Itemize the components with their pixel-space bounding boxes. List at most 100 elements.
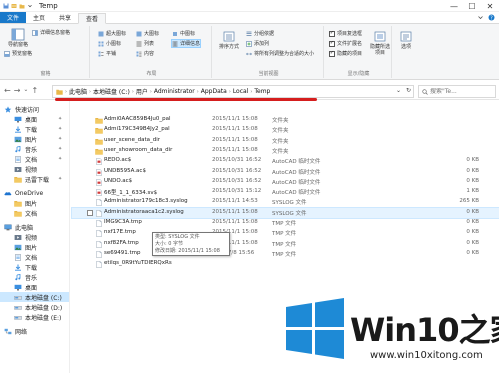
file-row[interactable]: Administrator179c18c3.syslog 2015/11/1 14… — [72, 197, 499, 207]
file-row[interactable]: 66型_1_1_6334.sv$ 2015/10/31 15:12 AutoCAD … — [72, 187, 499, 197]
new-folder-icon[interactable] — [19, 3, 25, 9]
file-icon-wrap — [95, 178, 102, 186]
file-row[interactable]: IMG9C3A.tmp 2015/11/1 15:08 TMP 文件 0 KB — [72, 218, 499, 228]
tab-home[interactable]: 主页 — [26, 12, 52, 23]
hidden-items-checkbox[interactable]: ✓ — [329, 50, 335, 57]
tab-share[interactable]: 共享 — [52, 12, 78, 23]
pin-icon[interactable]: ✦ — [58, 146, 62, 152]
sidebar-item[interactable]: 图片 — [0, 198, 69, 208]
search-input[interactable] — [430, 88, 490, 95]
layout-tiles[interactable]: 平铺 — [98, 50, 116, 57]
sidebar-item[interactable]: 迅雷下载 ✦ — [0, 174, 69, 184]
file-row[interactable]: user_showroom_data_dir 2015/11/1 15:08 文件夹 — [72, 146, 499, 156]
file-row[interactable]: user_scene_data_dir 2015/11/1 15:08 文件夹 — [72, 136, 499, 146]
sidebar-item[interactable]: 图片 ✦ — [0, 134, 69, 144]
sort-by-button[interactable]: 排序方式 — [216, 30, 242, 50]
item-checkboxes-toggle[interactable]: ✓ 项目复选框 — [329, 30, 362, 37]
size-all-columns-button[interactable]: 将所有列调整为合适的大小 — [246, 50, 314, 57]
sidebar-item[interactable]: 音乐 ✦ — [0, 144, 69, 154]
save-icon[interactable] — [3, 3, 9, 9]
group-by-button[interactable]: 分组依据 — [246, 30, 274, 37]
file-row[interactable]: REDO.ac$ 2015/10/31 16:52 AutoCAD 临时文件 0 KB — [72, 156, 499, 166]
layout-large-icons[interactable]: 大图标 — [136, 30, 159, 37]
chevron-down-icon[interactable] — [477, 14, 484, 21]
details-pane-button[interactable]: 预览窗格 — [4, 50, 32, 57]
sidebar-item[interactable]: 本地磁盘 (C:) — [0, 292, 69, 302]
sidebar-item[interactable]: 此电脑 — [0, 222, 69, 232]
help-icon[interactable]: ? — [488, 14, 495, 21]
back-button[interactable]: ← — [4, 86, 11, 95]
file-row[interactable]: nxf82FA.tmp 2015/11/1 15:08 TMP 文件 0 KB — [72, 239, 499, 249]
item-checkboxes-label: 项目复选框 — [337, 31, 363, 37]
layout-extra-large-icons[interactable]: 超大图标 — [98, 30, 126, 37]
sidebar-item[interactable]: 下载 — [0, 262, 69, 272]
layout-label: 内容 — [144, 51, 155, 57]
sidebar-item[interactable]: 桌面 — [0, 282, 69, 292]
chevron-down-icon[interactable] — [27, 3, 33, 9]
breadcrumb-users[interactable]: 用户 — [136, 87, 148, 96]
sidebar-item[interactable]: 文档 ✦ — [0, 154, 69, 164]
file-icon-wrap — [95, 127, 103, 134]
close-button[interactable]: ✕ — [481, 0, 499, 12]
pin-icon[interactable]: ✦ — [58, 116, 62, 122]
pin-icon[interactable]: ✦ — [58, 136, 62, 142]
item-checkboxes-checkbox[interactable]: ✓ — [329, 30, 335, 37]
preview-pane-button[interactable]: 详细信息窗格 — [32, 29, 70, 36]
sidebar-item[interactable]: 视频 — [0, 232, 69, 242]
sidebar-item[interactable]: 音乐 — [0, 272, 69, 282]
refresh-button[interactable]: ↻ — [406, 87, 411, 94]
sidebar-item[interactable]: 下载 ✦ — [0, 124, 69, 134]
add-columns-button[interactable]: 添加列 — [246, 40, 269, 47]
tab-file[interactable]: 文件 — [0, 12, 27, 23]
file-icon-wrap — [95, 117, 103, 124]
file-row[interactable]: Administratoraaca1c2.syslog 2015/11/1 15:… — [71, 206, 499, 219]
file-row[interactable]: UNDO.ac$ 2015/10/31 16:52 AutoCAD 临时文件 0 KB — [72, 177, 499, 187]
layout-content[interactable]: 内容 — [136, 50, 154, 57]
file-row[interactable]: Admi179C349B4Jy2_pal 2015/11/1 15:08 文件夹 — [72, 125, 499, 135]
breadcrumb-administrator[interactable]: Administrator — [154, 88, 195, 95]
breadcrumb-local-disk-c[interactable]: 本地磁盘 (C:) — [93, 87, 130, 96]
sidebar-item[interactable]: 文档 — [0, 208, 69, 218]
tab-view[interactable]: 查看 — [78, 13, 107, 24]
file-extensions-checkbox[interactable]: ✓ — [329, 40, 335, 47]
nav-pane-button[interactable]: 导航窗格 — [4, 28, 32, 48]
maximize-button[interactable]: ☐ — [463, 0, 481, 12]
recent-locations-button[interactable]: ⌄ — [23, 86, 28, 95]
file-row[interactable]: nxf17E.tmp 2015/11/1 15:08 TMP 文件 0 KB — [72, 228, 499, 238]
sidebar-item[interactable]: 本地磁盘 (E:) — [0, 312, 69, 322]
file-checkbox[interactable] — [87, 209, 93, 216]
layout-small-icons[interactable]: 小图标 — [98, 40, 121, 47]
minimize-button[interactable]: — — [445, 0, 463, 12]
pin-icon[interactable]: ✦ — [58, 126, 62, 132]
layout-list[interactable]: 列表 — [136, 40, 154, 47]
file-row[interactable]: se69491.tmp 2015/7/8 15:56 TMP 文件 0 KB — [72, 249, 499, 259]
hide-selected-button[interactable]: 隐藏所选项目 — [370, 30, 390, 56]
breadcrumb-temp[interactable]: Temp — [254, 88, 270, 95]
hidden-items-toggle[interactable]: ✓ 隐藏的项目 — [329, 50, 362, 57]
sidebar-item[interactable]: 文档 — [0, 252, 69, 262]
file-row[interactable]: UNDB595A.ac$ 2015/10/31 16:52 AutoCAD 临时文件… — [72, 167, 499, 177]
pin-icon[interactable]: ✦ — [58, 176, 62, 182]
sidebar-item[interactable]: 桌面 ✦ — [0, 114, 69, 124]
sidebar-item[interactable]: 快速访问 — [0, 104, 69, 114]
file-row[interactable]: Admi0AAC859B4Ju0_pal 2015/11/1 15:08 文件夹 — [72, 115, 499, 125]
layout-details[interactable]: 详细信息 — [170, 39, 202, 48]
sidebar-item[interactable]: OneDrive — [0, 188, 69, 198]
address-dropdown-button[interactable]: ⌄ — [396, 87, 401, 94]
forward-button[interactable]: → — [14, 86, 21, 95]
up-button[interactable]: ↑ — [31, 86, 38, 95]
properties-icon[interactable] — [11, 3, 17, 9]
file-extensions-toggle[interactable]: ✓ 文件扩展名 — [329, 40, 362, 47]
sidebar-item[interactable]: 本地磁盘 (D:) — [0, 302, 69, 312]
sidebar-item[interactable]: 网络 — [0, 326, 69, 336]
breadcrumb-this-pc[interactable]: 此电脑 — [69, 87, 87, 96]
layout-medium-icons[interactable]: 中图标 — [172, 30, 195, 37]
sidebar-item[interactable]: 视频 — [0, 164, 69, 174]
file-row[interactable]: etilqs_0R9tYuTDIERQxRs — [72, 259, 499, 269]
options-button[interactable]: 选项 — [396, 30, 416, 50]
address-box[interactable]: › 此电脑 › 本地磁盘 (C:) › 用户 › Administrator ›… — [52, 85, 414, 98]
sidebar-item[interactable]: 图片 — [0, 242, 69, 252]
breadcrumb-appdata[interactable]: AppData — [201, 88, 227, 95]
breadcrumb-local[interactable]: Local — [233, 88, 249, 95]
pin-icon[interactable]: ✦ — [58, 156, 62, 162]
